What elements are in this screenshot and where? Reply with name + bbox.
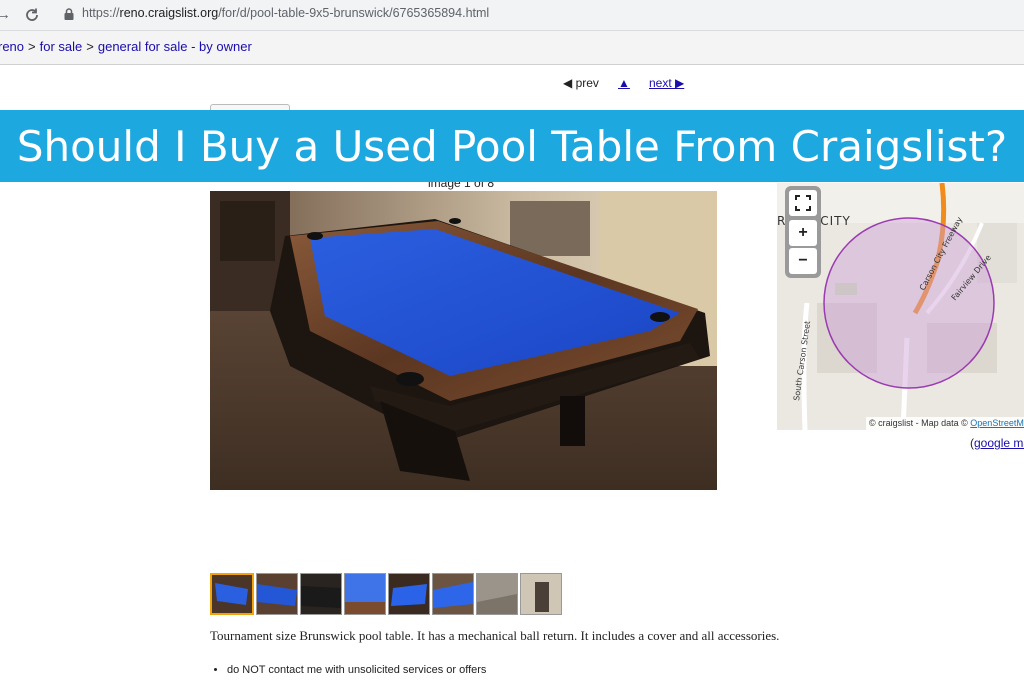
map-attribution: © craigslist - Map data © OpenStreetMap: [866, 417, 1024, 430]
thumbnail[interactable]: [300, 573, 342, 615]
zoom-out-button[interactable]: −: [789, 248, 817, 274]
back-arrow-icon[interactable]: →: [0, 5, 11, 25]
up-link[interactable]: ▲: [618, 76, 630, 90]
breadcrumb-item-general[interactable]: general for sale - by owner: [98, 39, 252, 54]
breadcrumb-separator: >: [86, 39, 94, 54]
notice-item: do NOT contact me with unsolicited servi…: [227, 664, 486, 676]
browser-toolbar: → https://reno.craigslist.org/for/d/pool…: [0, 0, 1024, 31]
notices-list: do NOT contact me with unsolicited servi…: [210, 664, 486, 676]
thumbnail[interactable]: [520, 573, 562, 615]
url-text: https://reno.craigslist.org/for/d/pool-t…: [82, 6, 490, 20]
google-map-link[interactable]: google map: [974, 436, 1024, 450]
thumbnail[interactable]: [432, 573, 474, 615]
breadcrumb-bar: reno > for sale > general for sale - by owne…: [0, 31, 1024, 65]
next-link[interactable]: next ▶: [649, 76, 684, 90]
thumbnail[interactable]: [476, 573, 518, 615]
zoom-in-button[interactable]: +: [789, 220, 817, 246]
prev-link[interactable]: ◀ prev: [563, 76, 599, 90]
banner-title: Should I Buy a Used Pool Table From Crai…: [16, 121, 1008, 171]
main-photo[interactable]: [210, 191, 717, 490]
fullscreen-icon[interactable]: [789, 190, 817, 216]
reload-icon[interactable]: [24, 5, 40, 25]
lock-icon: [64, 8, 74, 20]
posting-description: Tournament size Brunswick pool table. It…: [210, 628, 780, 643]
breadcrumb-item-reno[interactable]: reno: [0, 39, 24, 54]
map-controls: + −: [785, 186, 821, 278]
breadcrumb-separator: >: [28, 39, 36, 54]
openstreetmap-link[interactable]: OpenStreetMap: [970, 418, 1024, 428]
google-map-link-wrapper: (google map: [970, 436, 1024, 450]
thumbnail[interactable]: [256, 573, 298, 615]
breadcrumb: reno > for sale > general for sale - by owne…: [0, 39, 252, 54]
thumbnail[interactable]: [344, 573, 386, 615]
title-banner: Should I Buy a Used Pool Table From Crai…: [0, 110, 1024, 182]
thumbnail-strip: [210, 573, 562, 615]
breadcrumb-item-for-sale[interactable]: for sale: [40, 39, 83, 54]
thumbnail[interactable]: [210, 573, 254, 615]
address-bar[interactable]: https://reno.craigslist.org/for/d/pool-t…: [52, 3, 1024, 26]
thumbnail[interactable]: [388, 573, 430, 615]
